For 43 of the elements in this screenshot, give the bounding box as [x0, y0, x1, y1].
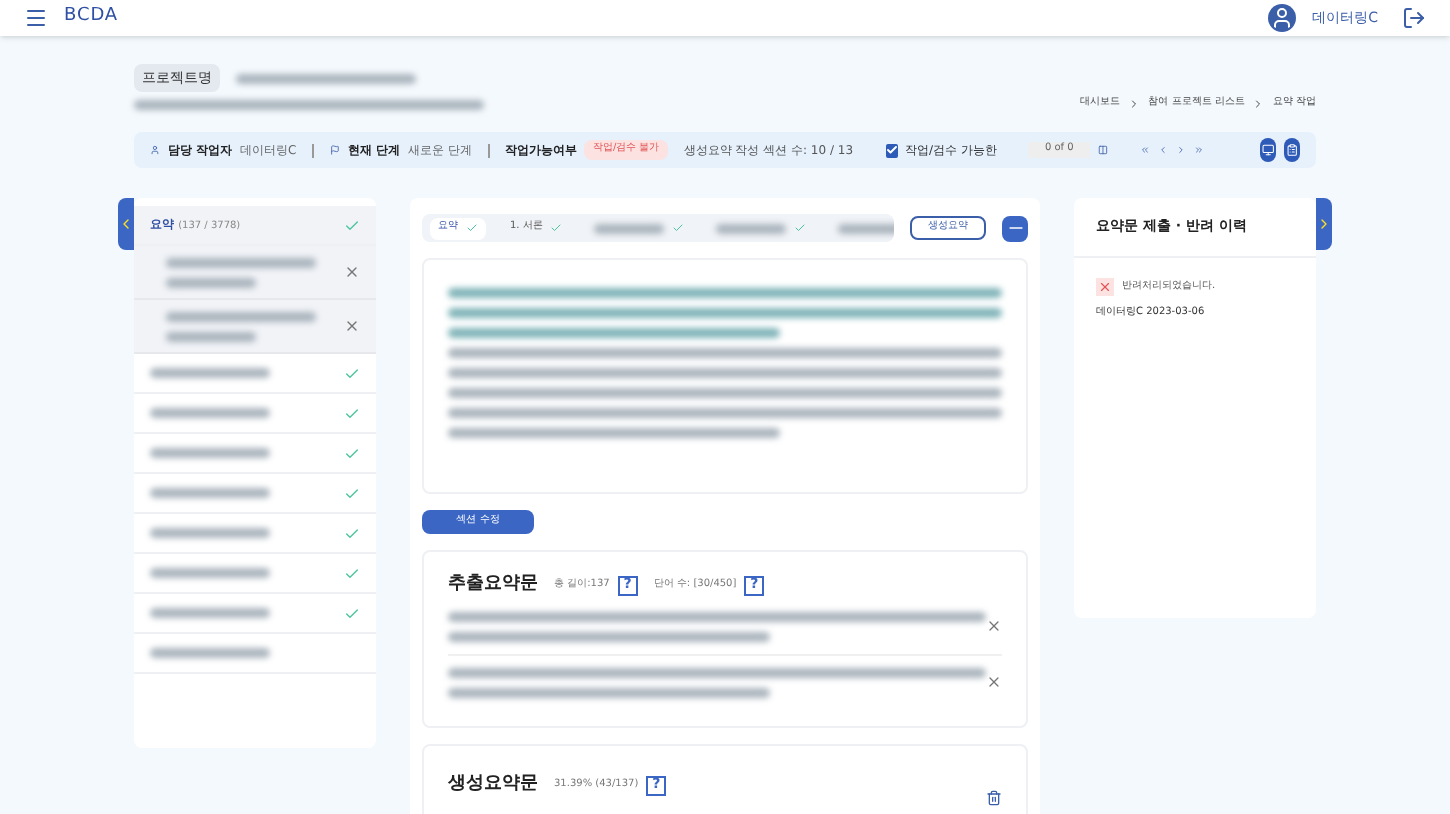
generated-title: 생성요약문 [448, 771, 538, 798]
blurred-text [838, 223, 894, 233]
previous-icon[interactable] [1157, 142, 1168, 158]
check-icon [550, 222, 563, 234]
remove-icon[interactable] [344, 318, 360, 334]
logout-icon[interactable] [1402, 6, 1426, 30]
collapse-handle[interactable] [118, 198, 134, 250]
blurred-text [150, 648, 270, 658]
chevron-icon [1252, 98, 1265, 110]
collapse-button[interactable] [1002, 215, 1028, 241]
blurred-text [150, 608, 270, 618]
last-page-icon[interactable] [1193, 142, 1204, 158]
filter-checkbox[interactable] [885, 143, 898, 157]
first-page-icon[interactable] [1139, 142, 1150, 158]
blurred-text [594, 223, 665, 233]
rejected-icon [1096, 278, 1114, 296]
panel-toggle-icon[interactable] [1097, 142, 1108, 158]
blurred-text [150, 368, 270, 378]
extract-title: 추출요약문 [448, 572, 538, 598]
next-icon[interactable] [1175, 142, 1186, 158]
remove-icon[interactable] [344, 264, 360, 280]
clipboard-button[interactable] [1283, 138, 1300, 162]
blurred-text [716, 223, 787, 233]
logo[interactable]: BCDA [64, 4, 119, 32]
blurred-text [150, 528, 270, 538]
remove-icon[interactable] [986, 618, 1002, 634]
expand-handle[interactable] [1316, 198, 1332, 250]
blurred-text [150, 448, 270, 458]
avatar-icon[interactable] [1268, 4, 1297, 32]
check-icon [794, 222, 807, 234]
blurred-text [150, 408, 270, 418]
remove-icon[interactable] [986, 674, 1002, 690]
sentence-item[interactable] [134, 300, 376, 354]
flag-icon [329, 142, 340, 158]
blurred-text [150, 488, 270, 498]
menu-icon[interactable] [24, 6, 48, 30]
blurred-text [150, 568, 270, 578]
monitor-button[interactable] [1259, 138, 1276, 162]
check-icon [672, 222, 685, 234]
delete-icon[interactable] [986, 789, 1002, 805]
check-icon [466, 222, 478, 234]
user-icon [150, 142, 160, 158]
chevron-icon [1128, 98, 1141, 110]
